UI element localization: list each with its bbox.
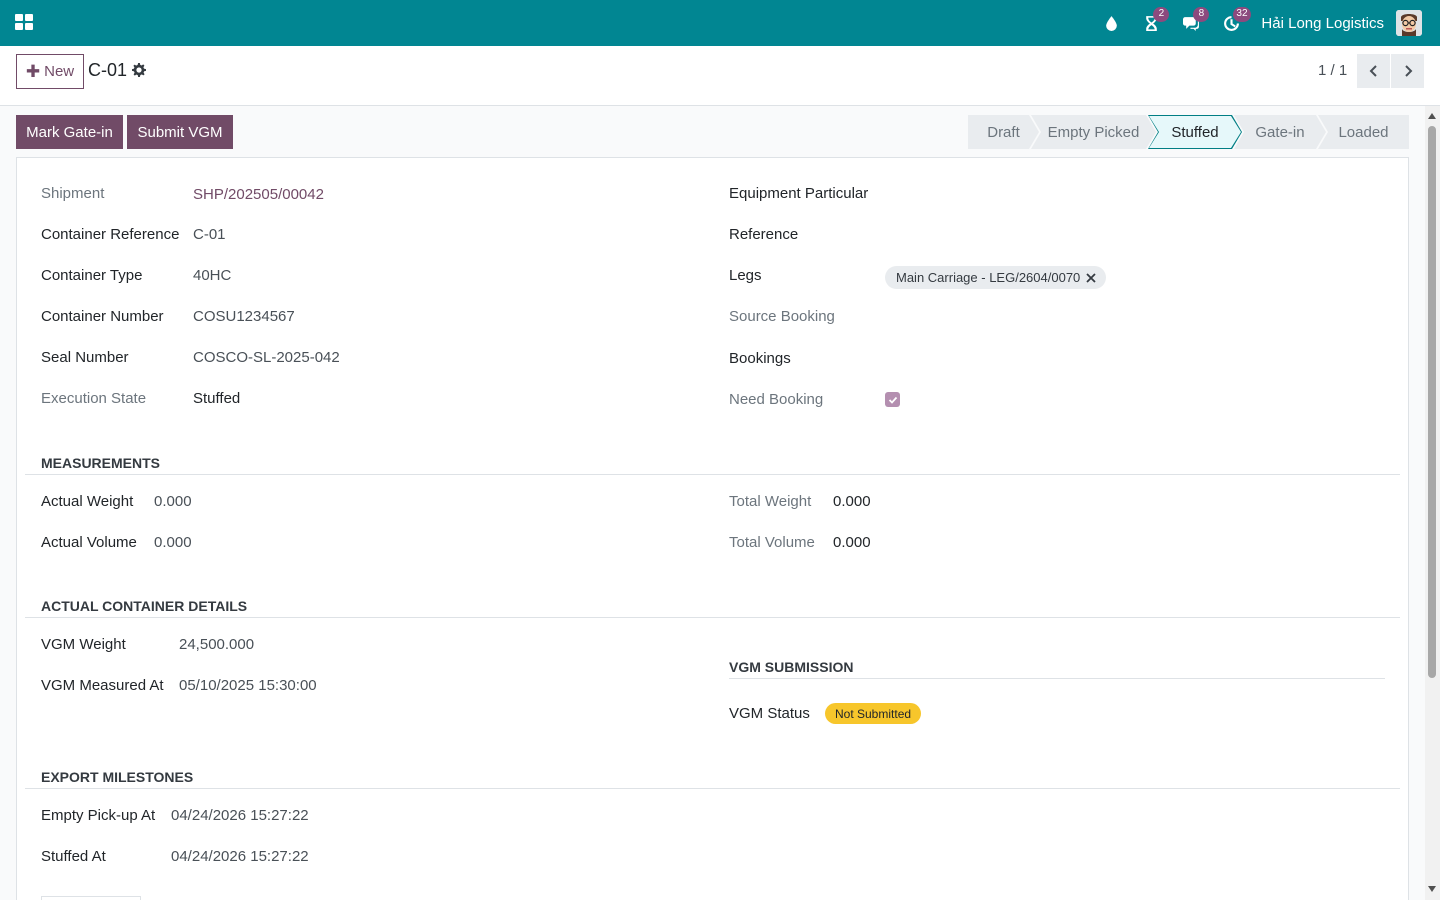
scroll-down-arrow-icon[interactable] bbox=[1428, 886, 1436, 892]
page-scrollbar[interactable] bbox=[1425, 106, 1440, 900]
section-divider bbox=[25, 617, 1400, 618]
vgm-measured-at-value[interactable]: 05/10/2025 15:30:00 bbox=[179, 677, 317, 694]
container-reference-label: Container Reference bbox=[41, 226, 180, 243]
stage-stuffed[interactable]: Stuffed bbox=[1148, 115, 1242, 149]
measurements-section-title: MEASUREMENTS bbox=[41, 455, 161, 471]
new-button-label: New bbox=[44, 63, 75, 80]
legs-label: Legs bbox=[729, 267, 762, 284]
vgm-status-badge: Not Submitted bbox=[825, 703, 922, 724]
vgm-measured-at-label: VGM Measured At bbox=[41, 677, 164, 694]
container-number-label: Container Number bbox=[41, 308, 164, 325]
stuffed-at-value[interactable]: 04/24/2026 15:27:22 bbox=[171, 848, 309, 865]
container-details-section-title: ACTUAL CONTAINER DETAILS bbox=[41, 598, 248, 614]
need-booking-checkbox[interactable] bbox=[885, 392, 900, 407]
leg-tag: Main Carriage - LEG/2604/0070 bbox=[885, 266, 1107, 289]
pager-value[interactable]: 1 / 1 bbox=[1318, 62, 1347, 79]
stage-gate-in[interactable]: Gate-in bbox=[1234, 115, 1326, 149]
vgm-weight-label: VGM Weight bbox=[41, 636, 126, 653]
total-weight-label: Total Weight bbox=[729, 493, 812, 510]
navbar-systray: 2 8 32 Hải Long Logistics bbox=[1091, 0, 1440, 46]
shipment-link[interactable]: SHP/202505/00042 bbox=[193, 186, 324, 203]
timer-clock-icon[interactable]: 32 bbox=[1211, 0, 1251, 46]
stage-empty-picked[interactable]: Empty Picked bbox=[1031, 115, 1156, 149]
stage-draft[interactable]: Draft bbox=[968, 115, 1039, 149]
scroll-up-arrow-icon[interactable] bbox=[1428, 113, 1436, 119]
shipment-label: Shipment bbox=[41, 185, 105, 202]
messages-badge: 8 bbox=[1193, 7, 1210, 22]
partial-next-field bbox=[41, 896, 141, 900]
pager-previous-button[interactable] bbox=[1357, 54, 1390, 88]
vgm-submission-section-title: VGM SUBMISSION bbox=[729, 659, 854, 675]
source-booking-label: Source Booking bbox=[729, 308, 835, 325]
close-icon[interactable] bbox=[1086, 272, 1096, 283]
need-booking-label: Need Booking bbox=[729, 391, 824, 408]
execution-state-value: Stuffed bbox=[193, 390, 241, 407]
mark-gate-in-button[interactable]: Mark Gate-in bbox=[16, 115, 123, 149]
reference-label: Reference bbox=[729, 226, 799, 243]
activity-badge: 2 bbox=[1153, 7, 1170, 22]
equipment-particular-label: Equipment Particular bbox=[729, 185, 869, 202]
empty-pickup-label: Empty Pick-up At bbox=[41, 807, 156, 824]
form-sheet: Shipment SHP/202505/00042 Container Refe… bbox=[16, 157, 1409, 900]
seal-number-value[interactable]: COSCO-SL-2025-042 bbox=[193, 349, 340, 366]
messages-chat-icon[interactable]: 8 bbox=[1171, 0, 1211, 46]
stuffed-at-label: Stuffed At bbox=[41, 848, 106, 865]
stage-pipeline: Draft Empty Picked Stuffed Gate-in Loade… bbox=[968, 115, 1409, 149]
apps-menu-icon[interactable] bbox=[15, 14, 33, 30]
record-title: C-01 bbox=[88, 60, 128, 80]
vgm-status-label: VGM Status bbox=[729, 705, 810, 722]
container-type-label: Container Type bbox=[41, 267, 143, 284]
control-panel: ✚ New C-01 1 / 1 bbox=[0, 46, 1440, 106]
chevron-right-icon bbox=[1404, 65, 1412, 77]
actual-volume-label: Actual Volume bbox=[41, 534, 137, 551]
plus-icon: ✚ bbox=[25, 62, 41, 81]
new-record-button[interactable]: ✚ New bbox=[16, 54, 84, 89]
stage-stuffed-label: Stuffed bbox=[1149, 116, 1241, 148]
vgm-weight-value[interactable]: 24,500.000 bbox=[179, 636, 254, 653]
seal-number-label: Seal Number bbox=[41, 349, 129, 366]
timer-badge: 32 bbox=[1233, 7, 1251, 22]
actual-weight-label: Actual Weight bbox=[41, 493, 134, 510]
gear-icon[interactable] bbox=[132, 63, 146, 77]
actual-weight-value[interactable]: 0.000 bbox=[154, 493, 192, 510]
total-volume-value: 0.000 bbox=[833, 534, 871, 551]
bookings-label: Bookings bbox=[729, 350, 791, 367]
section-divider bbox=[25, 474, 1400, 475]
export-milestones-section-title: EXPORT MILESTONES bbox=[41, 769, 194, 785]
actual-volume-value[interactable]: 0.000 bbox=[154, 534, 192, 551]
section-divider bbox=[729, 678, 1385, 679]
execution-state-label: Execution State bbox=[41, 390, 147, 407]
user-avatar[interactable] bbox=[1396, 10, 1422, 36]
empty-pickup-value[interactable]: 04/24/2026 15:27:22 bbox=[171, 807, 309, 824]
total-weight-value: 0.000 bbox=[833, 493, 871, 510]
debug-drop-icon[interactable] bbox=[1091, 0, 1131, 46]
stage-loaded[interactable]: Loaded bbox=[1318, 115, 1409, 149]
pager-next-button[interactable] bbox=[1391, 54, 1424, 88]
scroll-thumb[interactable] bbox=[1428, 126, 1436, 678]
submit-vgm-button[interactable]: Submit VGM bbox=[127, 115, 233, 149]
chevron-left-icon bbox=[1369, 65, 1377, 77]
leg-tag-label: Main Carriage - LEG/2604/0070 bbox=[896, 270, 1081, 285]
statusbar: Mark Gate-in Submit VGM Draft Empty Pick… bbox=[0, 106, 1440, 158]
total-volume-label: Total Volume bbox=[729, 534, 815, 551]
container-reference-value[interactable]: C-01 bbox=[193, 226, 226, 243]
check-icon bbox=[888, 396, 897, 404]
container-number-value[interactable]: COSU1234567 bbox=[193, 308, 295, 325]
section-divider bbox=[25, 788, 1400, 789]
activity-hourglass-icon[interactable]: 2 bbox=[1131, 0, 1171, 46]
container-type-value[interactable]: 40HC bbox=[193, 267, 231, 284]
top-navbar: 2 8 32 Hải Long Logistics bbox=[0, 0, 1440, 46]
company-switcher[interactable]: Hải Long Logistics bbox=[1251, 15, 1396, 32]
